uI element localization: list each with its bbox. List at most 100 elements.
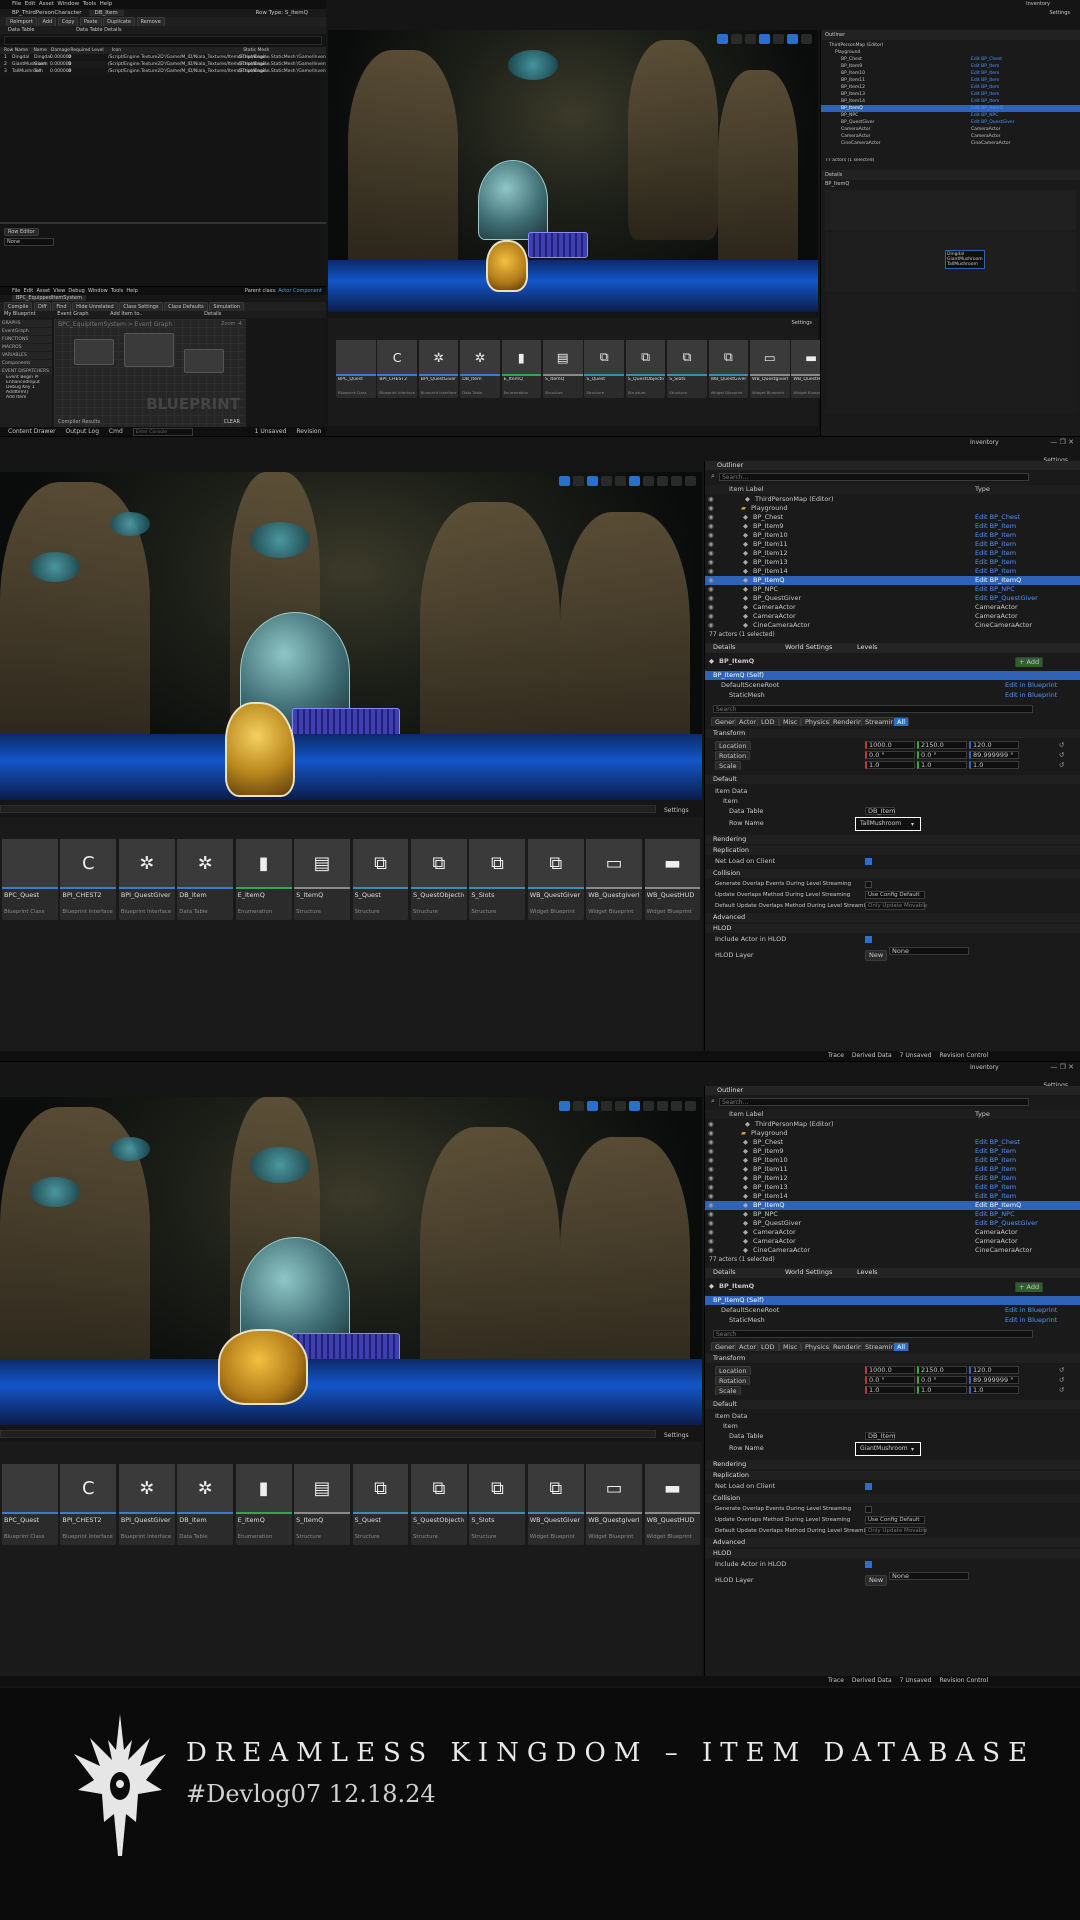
component-row[interactable]: DefaultSceneRoot Edit in Blueprint [705, 1306, 1080, 1315]
asset-tile[interactable]: ⧉ WB_QuestGiver Widget Blueprint [527, 1464, 584, 1546]
asset-tile[interactable]: ▤ S_ItemQ Structure [543, 340, 583, 398]
component-row[interactable]: StaticMesh Edit in Blueprint [705, 691, 1080, 700]
add-component-button[interactable]: + Add [1015, 1282, 1044, 1292]
outliner-row[interactable]: BP_Item10 Edit BP_Item [821, 70, 1080, 77]
outliner-row[interactable]: BP_NPC Edit BP_NPC [821, 112, 1080, 119]
outliner-row[interactable]: ◉ ◆ BP_Item10 Edit BP_Item [705, 531, 1080, 540]
my-blueprint-section[interactable]: VARIABLES [0, 352, 52, 359]
class-defaults-button[interactable]: Class Defaults [164, 302, 208, 311]
outliner-row-type[interactable]: Edit BP_NPC [971, 112, 998, 119]
outliner-row-type[interactable]: Edit BP_QuestGiver [975, 594, 1038, 603]
visibility-eye-icon[interactable]: ◉ [708, 1147, 714, 1156]
viewport-tool-icon[interactable] [657, 1101, 668, 1111]
visibility-eye-icon[interactable]: ◉ [708, 585, 714, 594]
outliner-row[interactable]: ◉ ◆ ThirdPersonMap (Editor) [705, 1120, 1080, 1129]
outliner-row-type[interactable]: Edit BP_QuestGiver [975, 1219, 1038, 1228]
visibility-eye-icon[interactable]: ◉ [708, 567, 714, 576]
component-row[interactable]: StaticMesh Edit in Blueprint [705, 1316, 1080, 1325]
asset-tile[interactable]: ⧉ S_Slots Structure [469, 839, 526, 921]
viewport-tool-icon[interactable] [643, 1101, 654, 1111]
outliner-row[interactable]: BP_Item14 Edit BP_Item [821, 98, 1080, 105]
net-load-checkbox[interactable] [865, 1483, 872, 1490]
transform-z-field[interactable]: 1.0 [969, 1386, 1019, 1394]
data-table-tab[interactable]: Data Table [8, 27, 34, 33]
asset-tile[interactable]: ✲ BPI_QuestGiver Blueprint Interface [418, 340, 459, 398]
table-row[interactable]: 3 TallMushroomTall 0.0000000/Script/Engine… [0, 68, 326, 75]
visibility-eye-icon[interactable]: ◉ [708, 549, 714, 558]
transform-z-field[interactable]: 89.999999 ° [969, 751, 1019, 759]
my-blueprint-section[interactable]: FUNCTIONS [0, 336, 52, 343]
content-drawer-button[interactable]: Content Drawer [8, 428, 56, 435]
asset-tile[interactable]: ▮ E_ItemQ Enumeration [235, 1464, 292, 1546]
selected-item-actor[interactable] [218, 1329, 308, 1405]
asset-tile[interactable]: ▤ S_ItemQ Structure [294, 839, 350, 921]
revision-control-button[interactable]: Revision Control [939, 1677, 988, 1684]
asset-tile[interactable]: ⧉ S_Slots Structure [469, 1464, 526, 1546]
outliner-row[interactable]: ◉ ◆ BP_ItemQ Edit BP_ItemQ [705, 1201, 1080, 1210]
viewport-tool-icon[interactable] [587, 1101, 598, 1111]
find-button[interactable]: Find [52, 302, 71, 311]
data-table-dropdown[interactable]: DB_Item [865, 1432, 896, 1440]
viewport-tool-icon[interactable] [615, 1101, 626, 1111]
bp-menu-view[interactable]: View [53, 288, 65, 294]
class-settings-button[interactable]: Class Settings [119, 302, 163, 311]
viewport-tool-icon[interactable] [559, 476, 570, 486]
filter-tab[interactable]: LOD [757, 717, 779, 726]
col-static-mesh[interactable]: Static Mesh [243, 48, 269, 53]
outliner-row[interactable]: BP_QuestGiver Edit BP_QuestGiver [821, 119, 1080, 126]
row-editor-value[interactable]: None [4, 238, 54, 246]
content-path-dropdown[interactable] [0, 805, 656, 813]
outliner-col-label[interactable]: Item Label [729, 485, 763, 494]
asset-tile[interactable]: BPC_Quest Blueprint Class [2, 1464, 58, 1546]
details-section[interactable]: HLOD [705, 924, 1080, 933]
edit-in-blueprint-link[interactable]: Edit in Blueprint [1005, 1306, 1057, 1315]
reset-arrow-icon[interactable]: ↺ [1059, 751, 1064, 760]
viewport-tool-icon[interactable] [671, 1101, 682, 1111]
menu-help[interactable]: Help [100, 1, 113, 7]
edit-in-blueprint-link[interactable]: Edit in Blueprint [1005, 691, 1057, 700]
levels-tab[interactable]: Levels [857, 643, 878, 652]
cmd-button[interactable]: Cmd [109, 428, 123, 435]
game-viewport[interactable] [0, 472, 702, 800]
content-settings-button[interactable]: Settings [664, 807, 689, 814]
viewport-tool-icon[interactable] [643, 476, 654, 486]
outliner-row-type[interactable]: Edit BP_Item [975, 1165, 1016, 1174]
visibility-eye-icon[interactable]: ◉ [708, 1120, 714, 1129]
bp-details-tab[interactable]: Details [204, 311, 221, 317]
outliner-row[interactable]: ◉ ◆ CameraActor CameraActor [705, 612, 1080, 621]
transform-label[interactable]: Scale [715, 1386, 741, 1395]
my-blueprint-section[interactable]: EventGraph [0, 328, 52, 335]
row-type-value[interactable]: S_ItemQ [285, 10, 308, 16]
outliner-row[interactable]: ◉ ◆ BP_Item14 Edit BP_Item [705, 567, 1080, 576]
col-required-level[interactable]: Required Level [70, 47, 110, 54]
asset-tile[interactable]: C BPI_CHEST2 Blueprint Interface [377, 340, 417, 398]
outliner-row-type[interactable]: Edit BP_Item [975, 567, 1016, 576]
outliner-row-type[interactable]: Edit BP_NPC [975, 1210, 1015, 1219]
add-row-button[interactable]: Add [38, 17, 57, 26]
menu-edit[interactable]: Edit [25, 1, 36, 7]
menu-tools[interactable]: Tools [83, 1, 97, 7]
collision-dropdown[interactable]: Use Config Default [865, 1516, 925, 1524]
visibility-eye-icon[interactable]: ◉ [708, 1246, 714, 1255]
col-icon[interactable]: Icon [112, 47, 242, 54]
selected-item-actor[interactable] [225, 702, 295, 797]
transform-y-field[interactable]: 0.0 ° [917, 751, 967, 759]
asset-tile[interactable]: ⧉ S_QuestObjective Structure [410, 839, 467, 921]
outliner-tab[interactable]: Outliner [717, 1086, 743, 1095]
outliner-row[interactable]: ◉ ◆ BP_Item11 Edit BP_Item [705, 540, 1080, 549]
details-tab[interactable]: Details [821, 170, 1080, 180]
my-blueprint-section[interactable]: MACROS [0, 344, 52, 351]
remove-button[interactable]: Remove [136, 17, 165, 26]
my-blueprint-section[interactable]: GRAPHS [0, 320, 52, 327]
row-name-dropdown-menu[interactable]: Dingdal GiantMushroom TallMushroom [825, 232, 1076, 292]
outliner-row[interactable]: ◉ ◆ BP_Item10 Edit BP_Item [705, 1156, 1080, 1165]
details-section[interactable]: Replication [705, 1471, 1080, 1480]
event-graph-canvas[interactable]: BPC_EquipItemSystem > Event Graph Zoom -… [54, 319, 246, 427]
component-row[interactable]: BP_ItemQ (Self) [705, 671, 1080, 680]
filter-tab[interactable]: All [893, 1342, 910, 1351]
visibility-eye-icon[interactable]: ◉ [708, 540, 714, 549]
outliner-row-type[interactable]: Edit BP_Item [975, 549, 1016, 558]
asset-tile[interactable]: ▮ E_ItemQ Enumeration [501, 340, 542, 398]
asset-tile[interactable]: ▮ E_ItemQ Enumeration [235, 839, 292, 921]
unsaved-indicator[interactable]: 7 Unsaved [900, 1677, 932, 1684]
